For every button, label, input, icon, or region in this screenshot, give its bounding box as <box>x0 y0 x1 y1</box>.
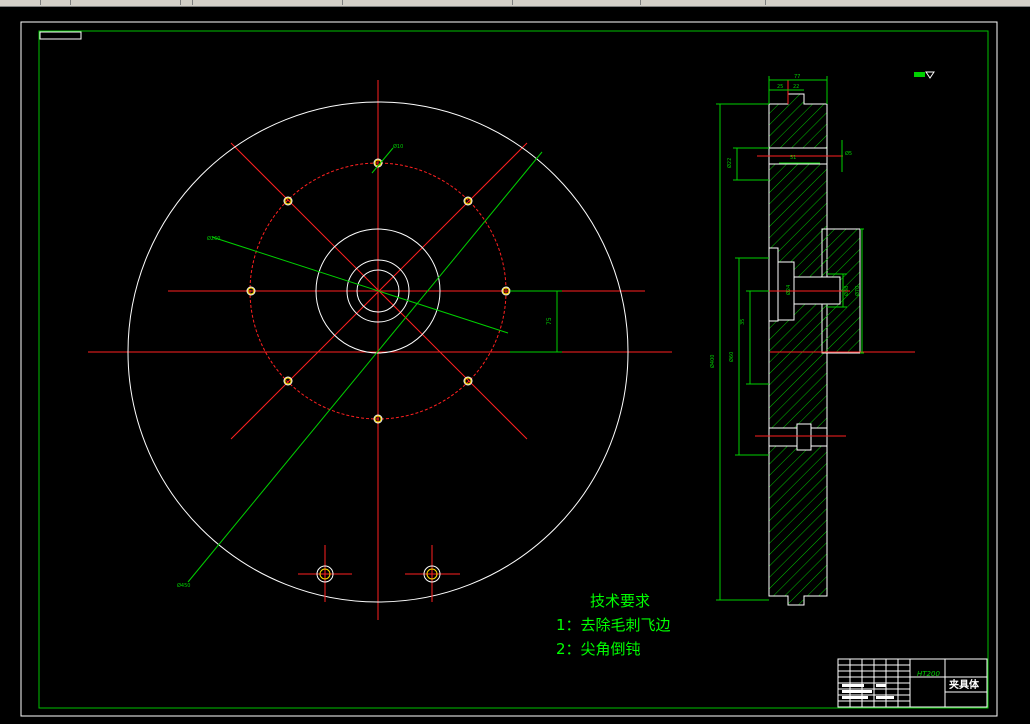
dim-small-right: Ø5 <box>845 150 852 157</box>
section-body <box>768 93 828 606</box>
notes-title: 技术要求 <box>590 592 650 610</box>
toolbar-segment[interactable] <box>640 0 766 5</box>
roughness-symbol <box>914 71 935 79</box>
reference-tag <box>39 31 82 40</box>
toolbar-segment[interactable] <box>342 0 513 5</box>
toolbar-segment[interactable] <box>512 0 641 5</box>
leader-outer <box>187 151 543 583</box>
toolbar-segment[interactable] <box>192 0 343 5</box>
toolbar-segment[interactable] <box>40 0 71 5</box>
dim-top-bore: Ø22 <box>726 158 733 168</box>
dim-bolt-hole: Ø10 <box>393 143 403 150</box>
locating-holes <box>298 545 460 602</box>
note-2: 2：尖角倒钝 <box>556 640 641 658</box>
front-view: 75 Ø450 Ø260 Ø10 <box>88 80 672 620</box>
dim-center-mid: Ø24 <box>785 285 792 295</box>
dim-center-right2: Ø70 <box>854 286 861 296</box>
dim-front-sub1: 25 <box>777 84 783 90</box>
toolbar-segment[interactable] <box>70 0 181 5</box>
dim-offset: 75 <box>546 317 553 325</box>
note-1: 1：去除毛刺飞边 <box>556 616 671 634</box>
dim-overall: Ø400 <box>709 355 716 368</box>
dim-front-sub2: 22 <box>793 84 799 90</box>
leader-pcd <box>211 236 509 334</box>
cad-drawing-canvas[interactable]: 75 Ø450 Ø260 Ø10 77 25 22 Ø22 51 Ø5 Ø400… <box>0 6 1030 724</box>
side-section-view: 77 25 22 Ø22 51 Ø5 Ø400 Ø60 35 Ø24 Ø38 Ø… <box>709 74 915 606</box>
dim-center-right: Ø38 <box>843 286 850 296</box>
toolbar-segment[interactable] <box>0 0 41 5</box>
title-material: HT200 <box>917 670 940 678</box>
title-part-name: 夹具体 <box>949 678 980 691</box>
dim-outer: Ø450 <box>177 582 190 589</box>
dim-pcd: Ø260 <box>207 235 220 242</box>
dim-center-left: Ø60 <box>728 352 735 362</box>
drawing-frame <box>38 30 989 709</box>
dim-left: 35 <box>740 319 746 325</box>
dim-top-slot: 51 <box>790 155 796 161</box>
dim-front-top: 77 <box>794 74 800 80</box>
sheet-border <box>20 21 998 717</box>
